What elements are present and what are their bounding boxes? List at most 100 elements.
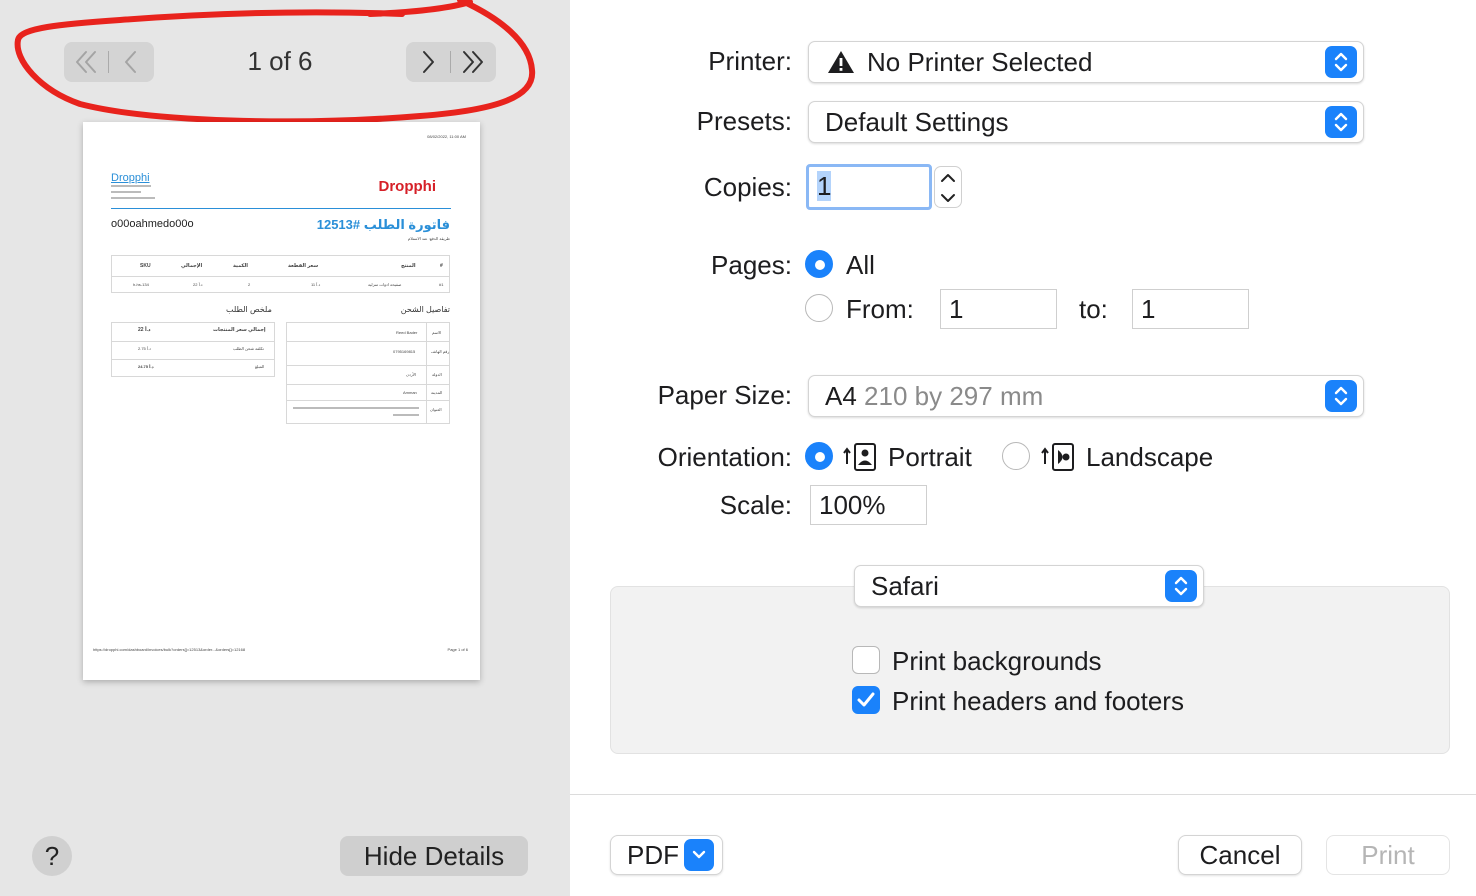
thumb-table-line [111, 341, 275, 342]
print-button[interactable]: Print [1326, 835, 1450, 875]
pages-label: Pages: [711, 250, 792, 280]
hide-details-button[interactable]: Hide Details [340, 836, 528, 876]
thumb-table-line [111, 276, 450, 277]
thumb-td: 22 د.أ [193, 282, 203, 287]
copies-stepper[interactable] [934, 166, 962, 208]
printer-value: No Printer Selected [867, 46, 1093, 77]
thumb-table-line [286, 384, 450, 385]
thumb-store-link: Dropphi [111, 172, 150, 184]
thumb-td: 2 [248, 282, 251, 287]
checkmark-icon [857, 692, 875, 707]
thumb-td: #1 [439, 282, 444, 287]
thumb-th: الكمية [233, 263, 248, 269]
thumb-ship-key: رقم الهاتف [431, 349, 450, 354]
pages-to-input[interactable]: 1 [1132, 289, 1249, 329]
last-page-button[interactable] [451, 42, 495, 82]
thumb-rule [111, 208, 451, 209]
chevron-down-icon[interactable] [935, 188, 961, 208]
print-backgrounds-label: Print backgrounds [892, 646, 1102, 676]
orientation-landscape-radio[interactable] [1002, 442, 1030, 470]
paper-size-display: A4 210 by 297 mm [809, 381, 1325, 412]
thumb-table-line [111, 359, 275, 360]
thumb-store-info [111, 197, 155, 199]
paper-size-popup[interactable]: A4 210 by 297 mm [808, 375, 1364, 417]
popup-arrows-icon [1325, 380, 1357, 412]
printer-popup[interactable]: No Printer Selected [808, 41, 1364, 83]
footer-divider [570, 794, 1476, 795]
orientation-label: Orientation: [657, 442, 792, 472]
double-chevron-right-icon [463, 51, 483, 73]
popup-arrows-icon [1325, 106, 1357, 138]
popup-arrows-icon [1325, 46, 1357, 78]
pages-all-radio[interactable] [805, 250, 833, 278]
paper-size-value: A4 [825, 380, 857, 411]
orientation-portrait-label: Portrait [888, 442, 972, 472]
thumb-td: h-hs-134 [133, 282, 149, 287]
thumb-ship-key: الدولة [432, 372, 442, 377]
thumb-summary-key: إجمالي سعر المنتجات [213, 327, 266, 333]
thumb-ship-key: الاسم [432, 330, 442, 335]
presets-popup[interactable]: Default Settings [808, 101, 1364, 143]
app-section-popup[interactable]: Safari [854, 565, 1204, 607]
printer-label: Printer: [708, 46, 792, 76]
scale-label: Scale: [719, 490, 792, 520]
thumb-store-info [111, 191, 141, 193]
thumb-ship-address [393, 414, 419, 416]
thumb-ship-val: Reed Bader [396, 330, 418, 335]
presets-value: Default Settings [825, 106, 1009, 137]
copies-input[interactable]: 1 [806, 164, 932, 210]
orientation-portrait-radio[interactable] [805, 442, 833, 470]
pdf-menu-button[interactable]: PDF [610, 835, 723, 875]
page-indicator: 1 of 6 [247, 46, 313, 76]
thumb-table-line [286, 400, 450, 401]
thumb-summary-val: 2.75 د.أ [138, 346, 151, 351]
pages-range-radio[interactable] [805, 294, 833, 322]
chevron-down-icon [684, 839, 714, 871]
thumb-th: الإجمالي [181, 263, 203, 269]
nav-prev-group [64, 42, 154, 82]
warning-icon [828, 51, 854, 73]
paper-size-detail: 210 by 297 mm [864, 380, 1044, 411]
thumb-th: سعر القطعة [288, 263, 319, 269]
landscape-orientation-icon [1041, 443, 1074, 471]
prev-page-button[interactable] [109, 42, 153, 82]
chevron-up-icon[interactable] [935, 168, 961, 188]
nav-next-group [406, 42, 496, 82]
presets-label: Presets: [696, 106, 792, 136]
thumb-summary-key: المبلغ [255, 364, 265, 369]
print-backgrounds-checkbox[interactable] [852, 646, 880, 674]
thumb-summary-val: 24.75 د.أ [138, 364, 154, 369]
thumb-customer-name: o00oahmedo00o [111, 218, 194, 230]
thumb-ship-key: المدينة [431, 390, 443, 395]
thumb-logo: Dropphi [378, 178, 437, 195]
thumb-td: صفيحة ادوات منزلية [368, 282, 402, 287]
pages-from-input[interactable]: 1 [940, 289, 1057, 329]
thumb-summary-val: 22 د.أ [138, 327, 151, 333]
pages-from-label: From: [846, 294, 914, 324]
thumb-invoice-title: فاتورة الطلب #12513 [316, 217, 450, 232]
chevron-right-icon [423, 51, 434, 73]
orientation-landscape-label: Landscape [1086, 442, 1214, 472]
thumb-ship-key: العنوان [430, 407, 442, 412]
thumb-footer-url: https://dropphi.com/dashboard/invoices/b… [93, 647, 246, 652]
thumb-ship-val: Amman [403, 390, 417, 395]
thumb-th: # [440, 263, 443, 269]
thumb-th: SKU [140, 263, 151, 269]
thumb-shipping-title: تفاصيل الشحن [400, 305, 450, 314]
thumb-th: المنتج [401, 263, 416, 269]
chevron-left-icon [125, 51, 136, 73]
thumb-table-line [426, 322, 427, 424]
cancel-button[interactable]: Cancel [1178, 835, 1302, 875]
copies-label: Copies: [703, 172, 792, 202]
thumb-table-line [286, 341, 450, 342]
help-button[interactable]: ? [32, 836, 72, 876]
thumb-payment-method: طريقة الدفع: عند الاستلام [407, 236, 450, 241]
thumb-footer-page: Page 1 of 6 [447, 647, 468, 652]
print-headers-footers-checkbox[interactable] [852, 686, 880, 714]
next-page-button[interactable] [406, 42, 450, 82]
scale-input[interactable]: 100% [810, 485, 927, 525]
first-page-button[interactable] [64, 42, 108, 82]
thumb-store-info [111, 185, 151, 187]
pages-to-label: to: [1079, 294, 1108, 324]
thumb-ship-val: الأردن [406, 372, 417, 377]
